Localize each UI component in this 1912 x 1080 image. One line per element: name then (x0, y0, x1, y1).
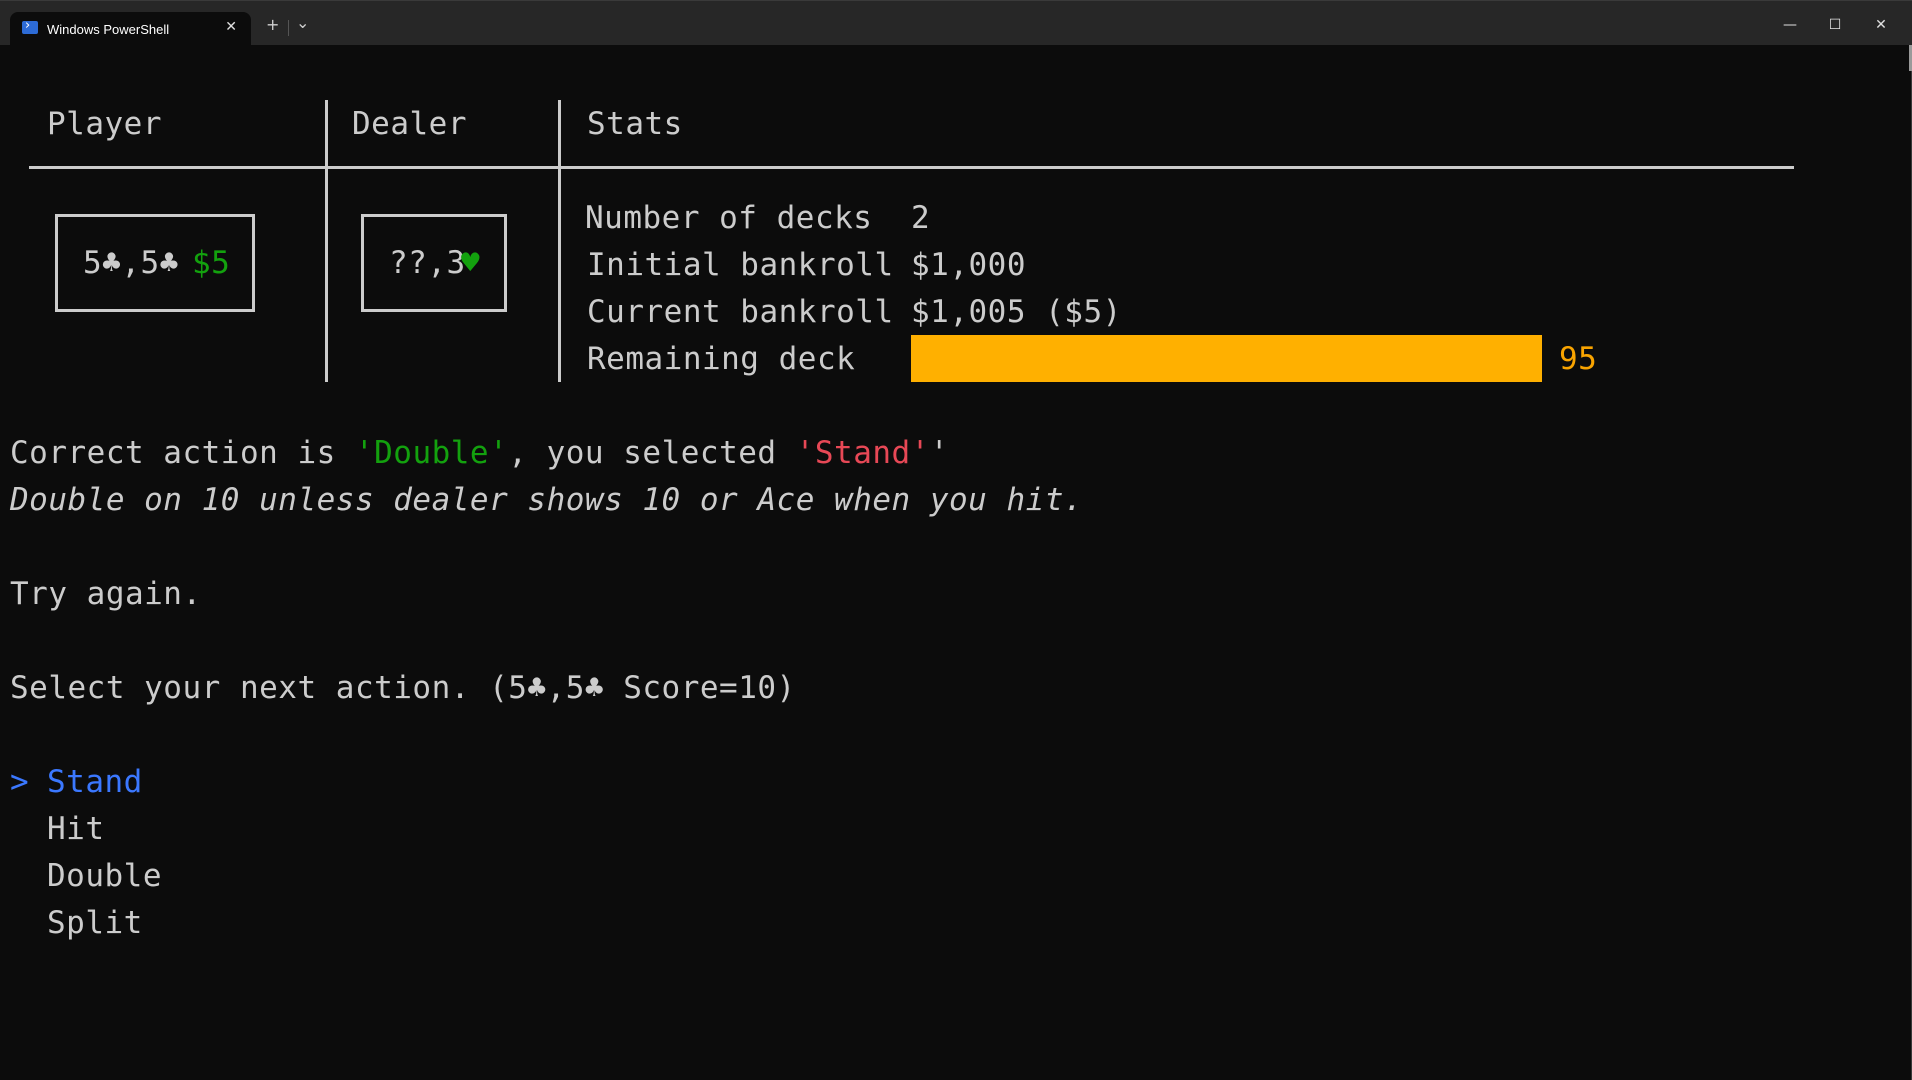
tab-windows-powershell[interactable]: › Windows PowerShell ✕ (10, 12, 251, 46)
tab-divider (288, 20, 289, 36)
selected-action: 'Stand' (795, 435, 930, 471)
stat-current-value: $1,005 ($5) (911, 294, 1122, 330)
menu-option-stand[interactable]: Stand (47, 763, 143, 801)
player-hand-card: 5♣,5♣ $5 (55, 214, 255, 312)
close-button[interactable]: ✕ (1866, 13, 1896, 37)
menu-option-split[interactable]: Split (47, 904, 143, 942)
strategy-hint: Double on 10 unless dealer shows 10 or A… (10, 482, 1084, 518)
stat-remaining-value: 95 (1559, 341, 1598, 377)
menu-option-hit[interactable]: Hit (47, 810, 105, 848)
stat-initial-value: $1,000 (911, 247, 1026, 283)
tab-close-icon[interactable]: ✕ (225, 19, 237, 35)
player-hand: 5♣,5♣ (83, 245, 179, 281)
stat-decks-label: Number of decks (585, 200, 873, 236)
feedback-middle: , you selected (508, 435, 796, 471)
stat-initial-label: Initial bankroll (587, 247, 894, 283)
column-divider-1 (325, 100, 328, 382)
remaining-deck-bar-fill (911, 335, 1542, 382)
header-stats: Stats (587, 106, 683, 142)
tab-title: Windows PowerShell (47, 22, 170, 37)
menu-option-double[interactable]: Double (47, 857, 162, 895)
powershell-icon: › (22, 18, 38, 34)
player-bet: $5 (192, 245, 231, 281)
header-divider (29, 166, 1794, 169)
menu-cursor: > (10, 764, 30, 800)
header-player: Player (47, 106, 162, 142)
stat-decks-value: 2 (911, 200, 931, 236)
dealer-hand: ??,3 (389, 245, 466, 281)
remaining-deck-bar (911, 335, 1542, 382)
header-dealer: Dealer (352, 106, 467, 142)
retry-message: Try again. (10, 576, 202, 612)
feedback-suffix: ' (929, 435, 950, 471)
minimize-button[interactable]: — (1775, 13, 1805, 37)
stat-current-label: Current bankroll (587, 294, 894, 330)
feedback-line: Correct action is 'Double', you selected… (10, 434, 949, 472)
maximize-button[interactable]: ☐ (1820, 13, 1850, 37)
heart-icon: ♥ (461, 245, 481, 281)
correct-action: 'Double' (354, 435, 509, 471)
action-prompt: Select your next action. (5♣,5♣ Score=10… (10, 670, 796, 706)
column-divider-2 (558, 100, 561, 382)
title-bar: › Windows PowerShell ✕ + ⌄ — ☐ ✕ (0, 0, 1912, 46)
new-tab-button[interactable]: + (266, 15, 279, 34)
dealer-hand-card: ??,3 ♥ (361, 214, 507, 312)
stat-remaining-label: Remaining deck (587, 341, 856, 377)
tab-dropdown-icon[interactable]: ⌄ (296, 13, 309, 32)
feedback-prefix: Correct action is (10, 435, 355, 471)
